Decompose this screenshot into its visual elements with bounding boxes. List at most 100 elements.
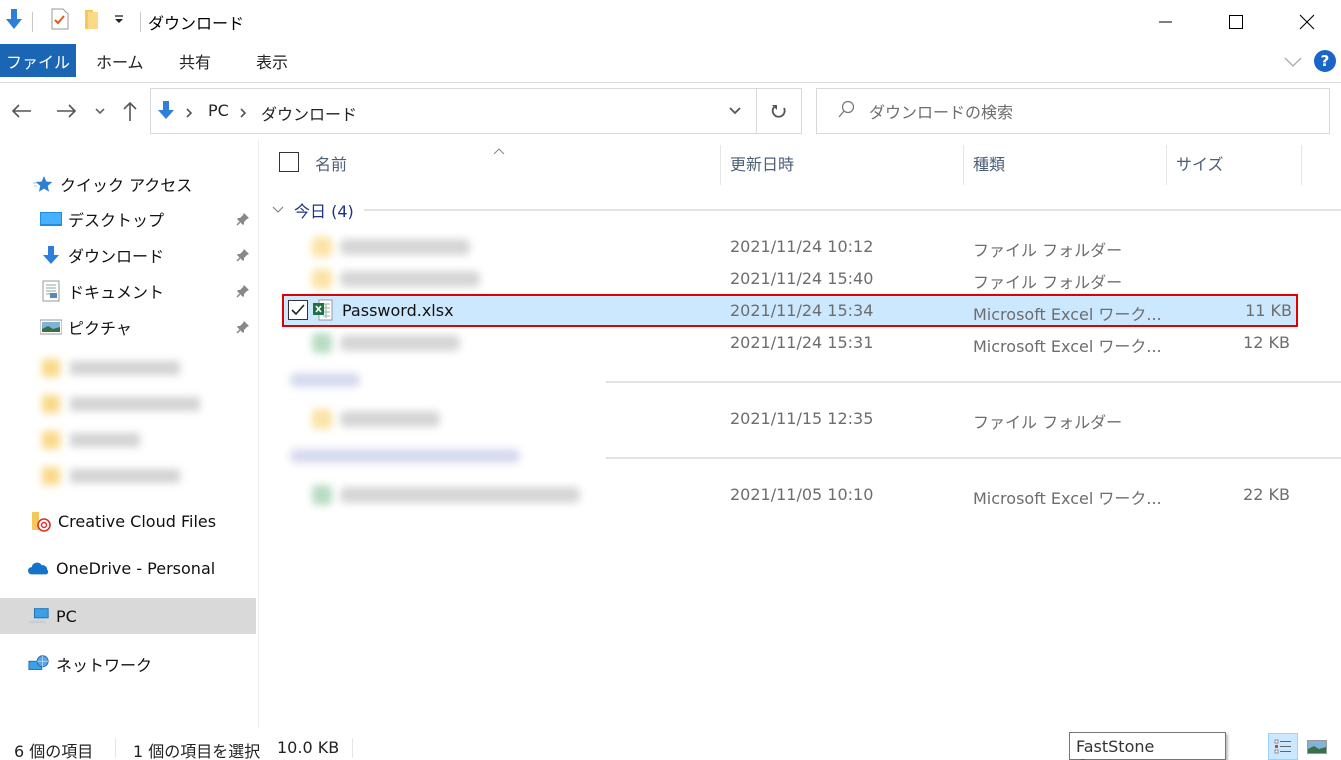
chevron-right-icon (185, 105, 193, 123)
sidebar-item-label: ピクチャ (68, 319, 132, 338)
sidebar-item-quick-access[interactable]: クイック アクセス (0, 166, 256, 202)
folder-icon (312, 269, 332, 289)
arrow-left-icon (11, 104, 31, 118)
file-row-selected[interactable]: Password.xlsx 2021/11/24 15:34 Microsoft… (282, 294, 1298, 327)
pin-icon[interactable] (236, 211, 250, 230)
search-box[interactable]: ダウンロードの検索 (816, 88, 1330, 134)
pin-icon[interactable] (236, 247, 250, 266)
large-icons-view-button[interactable] (1302, 733, 1332, 760)
tab-share[interactable]: 共有 (179, 44, 211, 77)
chevron-down-icon (729, 107, 741, 115)
maximize-button[interactable] (1213, 0, 1259, 44)
column-divider[interactable] (720, 145, 721, 185)
down-arrow-icon[interactable] (4, 8, 24, 30)
sidebar-item-network[interactable]: ネットワーク (0, 646, 256, 682)
recent-locations-button[interactable] (90, 96, 110, 126)
document-icon (40, 280, 62, 302)
file-row[interactable]: 2021/11/24 10:12 ファイル フォルダー (280, 231, 1298, 263)
file-name: Password.xlsx (342, 301, 454, 320)
forward-button[interactable] (52, 96, 82, 126)
details-view-button[interactable] (1268, 733, 1298, 760)
separator (352, 738, 353, 758)
minimize-button[interactable] (1142, 0, 1188, 44)
file-list: 名前 更新日時 種類 サイズ 今日 (4) 2021/11/24 10:12 フ… (260, 139, 1341, 729)
tab-home[interactable]: ホーム (96, 44, 144, 77)
sidebar-item-pc[interactable]: PC (0, 598, 256, 634)
column-divider[interactable] (1166, 145, 1167, 185)
close-button[interactable] (1284, 0, 1330, 44)
file-row[interactable]: 2021/11/24 15:40 ファイル フォルダー (280, 263, 1298, 295)
file-row[interactable]: 2021/11/24 15:31 Microsoft Excel ワーク... … (280, 327, 1298, 359)
ribbon: ファイル ホーム 共有 表示 ? (0, 44, 1341, 83)
column-header-type[interactable]: 種類 (973, 139, 1005, 187)
file-size: 12 KB (1243, 333, 1290, 352)
sidebar-item-label: PC (56, 606, 77, 626)
back-button[interactable] (6, 96, 36, 126)
close-icon (1299, 14, 1315, 30)
separator (32, 12, 33, 32)
file-modified: 2021/11/24 15:31 (730, 333, 874, 352)
column-header-name[interactable]: 名前 (315, 139, 347, 187)
window-title: ダウンロード (148, 14, 245, 33)
file-size: 11 KB (1245, 301, 1292, 320)
file-type: Microsoft Excel ワーク... (973, 337, 1162, 356)
sidebar-item-documents[interactable]: ドキュメント (0, 273, 256, 309)
navigation-pane: クイック アクセス デスクトップ ダウンロード ドキュメント ピクチャ Crea… (0, 139, 260, 729)
large-icons-view-icon (1307, 739, 1327, 754)
search-icon (837, 100, 855, 122)
group-label: 今日 (4) (294, 202, 354, 221)
column-header-size[interactable]: サイズ (1176, 139, 1224, 187)
select-all-checkbox[interactable] (279, 152, 299, 172)
file-modified: 2021/11/24 10:12 (730, 237, 874, 256)
file-name-redacted (340, 239, 470, 255)
row-checkbox-checked[interactable] (288, 300, 308, 320)
customize-dropdown-icon[interactable] (113, 14, 125, 26)
onedrive-icon (28, 558, 50, 578)
item-count: 6 個の項目 (14, 742, 94, 760)
title-bar: ダウンロード (0, 0, 1341, 44)
up-button[interactable] (118, 96, 142, 126)
sidebar-item-label: ダウンロード (68, 247, 165, 266)
expand-ribbon-button[interactable] (1284, 54, 1302, 72)
group-header-today[interactable]: 今日 (4) (272, 198, 354, 222)
sort-ascending-icon (493, 141, 505, 159)
help-button[interactable]: ? (1314, 50, 1336, 72)
tab-file[interactable]: ファイル (0, 44, 76, 77)
folder-icon (312, 237, 332, 257)
sidebar-item-pictures[interactable]: ピクチャ (0, 309, 256, 345)
arrow-up-icon (123, 101, 137, 121)
chevron-down-icon (272, 206, 284, 213)
separator (115, 738, 116, 758)
sidebar-item-label: ドキュメント (68, 283, 165, 302)
pane-splitter[interactable] (258, 139, 259, 729)
new-folder-icon[interactable] (84, 8, 100, 30)
breadcrumb-downloads[interactable]: ダウンロード (261, 101, 357, 125)
breadcrumb-pc[interactable]: PC (208, 101, 229, 120)
column-header-modified[interactable]: 更新日時 (730, 139, 794, 187)
sidebar-item-creative-cloud[interactable]: Creative Cloud Files (0, 503, 256, 539)
sidebar-item-downloads[interactable]: ダウンロード (0, 237, 256, 273)
desktop-icon (40, 209, 62, 229)
pin-icon[interactable] (236, 283, 250, 302)
file-modified: 2021/11/24 15:34 (730, 301, 874, 320)
tab-view[interactable]: 表示 (256, 44, 288, 77)
minimize-icon (1159, 21, 1172, 23)
file-type: ファイル フォルダー (973, 413, 1123, 432)
column-divider[interactable] (1301, 145, 1302, 185)
properties-checkmark-icon[interactable] (50, 8, 70, 30)
sidebar-item-desktop[interactable]: デスクトップ (0, 201, 256, 237)
search-placeholder: ダウンロードの検索 (869, 103, 1014, 122)
file-row[interactable]: 2021/11/05 10:10 Microsoft Excel ワーク... … (280, 479, 1298, 511)
download-icon (157, 100, 175, 124)
column-divider[interactable] (963, 145, 964, 185)
chevron-down-icon (1284, 57, 1302, 67)
folder-icon (312, 409, 332, 429)
group-label-redacted (290, 373, 360, 387)
pin-icon[interactable] (236, 319, 250, 338)
refresh-button[interactable] (757, 88, 802, 134)
sidebar-item-onedrive[interactable]: OneDrive - Personal (0, 550, 256, 586)
address-bar[interactable]: PC ダウンロード (150, 88, 757, 134)
address-history-button[interactable] (720, 89, 750, 133)
group-divider (364, 209, 1341, 211)
file-row[interactable]: 2021/11/15 12:35 ファイル フォルダー (280, 403, 1298, 435)
